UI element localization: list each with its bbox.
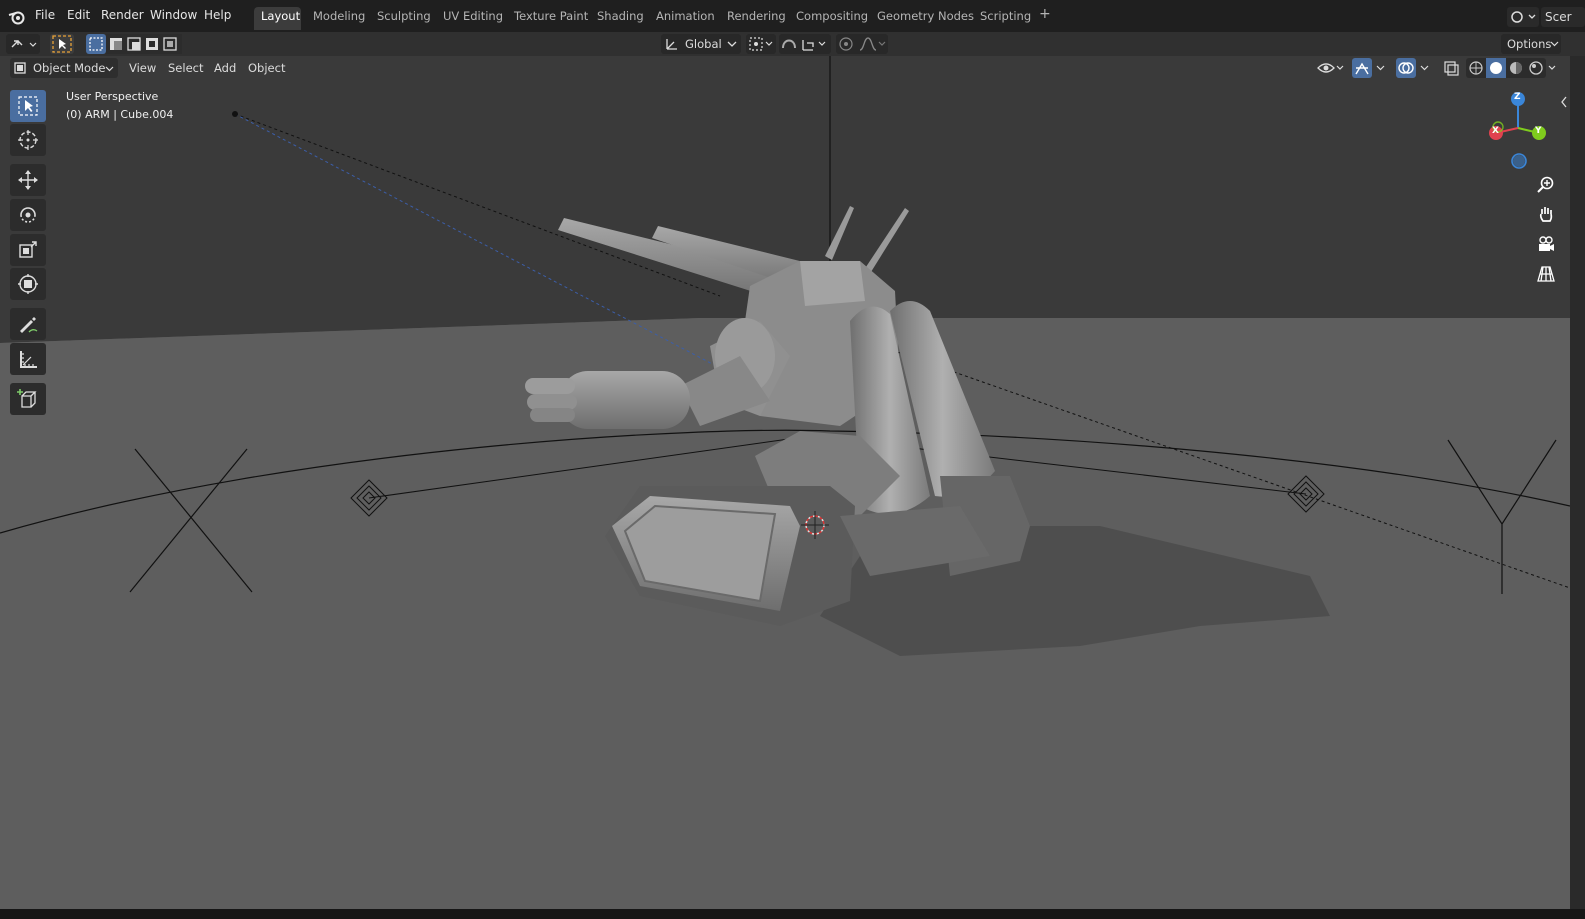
menu-edit[interactable]: Edit: [67, 8, 90, 22]
chevron-down-icon: [105, 66, 114, 72]
editor-type-icon: [11, 40, 37, 48]
chevron-down-icon[interactable]: [1420, 65, 1429, 71]
gizmo-y-label: Y: [1535, 126, 1542, 136]
view-name: User Perspective: [66, 90, 159, 103]
menu-view[interactable]: View: [129, 61, 156, 75]
move-icon: [18, 170, 38, 190]
proportional-edit-icon: [839, 37, 886, 51]
viewport-scene: [0, 56, 1570, 909]
zoom-icon: [1537, 176, 1554, 193]
transform-tool[interactable]: [10, 268, 46, 300]
annotate-icon: [20, 317, 38, 333]
move-tool[interactable]: [10, 164, 46, 196]
select-box-tool[interactable]: [10, 90, 46, 122]
tab-sculpting[interactable]: Sculpting: [377, 9, 431, 23]
tab-uv-editing[interactable]: UV Editing: [443, 9, 503, 23]
pivot-icon: [749, 37, 773, 51]
object-mode-icon: [14, 62, 26, 74]
menu-select[interactable]: Select: [168, 61, 203, 75]
camera-icon: [1539, 236, 1554, 251]
tool-header: Global Options: [0, 32, 1585, 56]
zoom-button[interactable]: [1533, 171, 1559, 197]
annotate-tool[interactable]: [10, 308, 46, 340]
rotate-tool[interactable]: [10, 199, 46, 231]
scale-tool[interactable]: [10, 234, 46, 266]
menu-help[interactable]: Help: [204, 8, 231, 22]
active-tool-button[interactable]: [50, 34, 74, 54]
top-bar: File Edit Render Window Help Layout Mode…: [0, 0, 1585, 32]
overlays-icon: [1398, 62, 1414, 74]
camera-view-button[interactable]: [1533, 231, 1559, 257]
tab-layout[interactable]: Layout: [261, 9, 300, 23]
transform-orientation-value: Global: [685, 37, 722, 51]
tab-texture-paint[interactable]: Texture Paint: [514, 9, 588, 23]
add-cube-tool[interactable]: [10, 383, 46, 415]
perspective-toggle-button[interactable]: [1533, 261, 1559, 287]
tab-rendering[interactable]: Rendering: [727, 9, 786, 23]
scene-selector-button[interactable]: [1507, 7, 1539, 27]
snapping-controls[interactable]: [779, 34, 831, 54]
tab-scripting[interactable]: Scripting: [980, 9, 1031, 23]
add-cube-icon: [17, 389, 37, 408]
measure-tool[interactable]: [10, 343, 46, 375]
selection-mode-icons[interactable]: [86, 34, 182, 54]
tab-compositing[interactable]: Compositing: [796, 9, 868, 23]
object-mode-dropdown[interactable]: Object Mode: [10, 58, 118, 78]
scale-icon: [19, 241, 37, 258]
tab-geometry-nodes[interactable]: Geometry Nodes: [877, 9, 974, 23]
rotate-icon: [20, 207, 36, 223]
chevron-down-icon[interactable]: [1376, 65, 1385, 71]
selection-mode-group: [86, 34, 182, 54]
chevron-down-icon: [1550, 41, 1559, 47]
scene-icon: [1511, 11, 1536, 23]
pan-button[interactable]: [1533, 201, 1559, 227]
gizmo-toggle-button[interactable]: [1352, 58, 1372, 78]
hand-icon: [1539, 207, 1553, 222]
blender-logo-icon[interactable]: [8, 9, 26, 25]
sidebar-toggle-icon[interactable]: [1560, 96, 1568, 108]
status-bar: [0, 909, 1585, 919]
tab-modeling[interactable]: Modeling: [313, 9, 365, 23]
scene-name-field[interactable]: Scer: [1541, 7, 1585, 27]
visibility-icon[interactable]: [1316, 59, 1346, 77]
menu-window[interactable]: Window: [150, 8, 197, 22]
scene-name: Scer: [1545, 10, 1572, 24]
options-dropdown[interactable]: Options: [1501, 34, 1561, 54]
transform-orientation-dropdown[interactable]: Global: [661, 34, 741, 54]
menu-add[interactable]: Add: [214, 61, 236, 75]
tab-animation[interactable]: Animation: [656, 9, 715, 23]
orientation-icon: [666, 39, 677, 50]
add-workspace-button[interactable]: +: [1039, 6, 1051, 22]
pivot-point-dropdown[interactable]: [746, 34, 776, 54]
active-object-info: (0) ARM | Cube.004: [66, 108, 174, 121]
menu-file[interactable]: File: [35, 8, 55, 22]
cursor-tool[interactable]: [10, 124, 46, 156]
navigation-gizmo[interactable]: Z Y X: [1484, 90, 1554, 170]
object-mode-label: Object Mode: [33, 61, 106, 75]
gizmo-z-label: Z: [1514, 92, 1521, 102]
grid-icon: [1537, 266, 1555, 282]
menu-object[interactable]: Object: [248, 61, 285, 75]
proportional-editing-controls[interactable]: [836, 34, 888, 54]
xray-icon[interactable]: [1442, 59, 1460, 77]
overlays-toggle-button[interactable]: [1396, 58, 1416, 78]
tab-shading[interactable]: Shading: [597, 9, 644, 23]
3d-viewport[interactable]: Object Mode View Select Add Object User …: [0, 56, 1570, 909]
gizmo-x-label: X: [1492, 126, 1499, 136]
gizmo-icon: [1355, 62, 1369, 75]
select-tool-icon: [52, 35, 72, 53]
options-label: Options: [1507, 37, 1552, 51]
snap-icon: [782, 39, 826, 51]
editor-type-button[interactable]: [6, 34, 40, 54]
right-edge-region: [1570, 56, 1585, 909]
transform-icon: [18, 274, 38, 294]
cursor-icon: [18, 130, 38, 150]
measure-icon: [20, 351, 37, 368]
shading-mode-group: [1466, 58, 1566, 78]
menu-render[interactable]: Render: [101, 8, 144, 22]
select-box-icon: [18, 96, 38, 116]
chevron-down-icon: [727, 41, 737, 47]
shading-mode-icons[interactable]: [1466, 58, 1566, 78]
